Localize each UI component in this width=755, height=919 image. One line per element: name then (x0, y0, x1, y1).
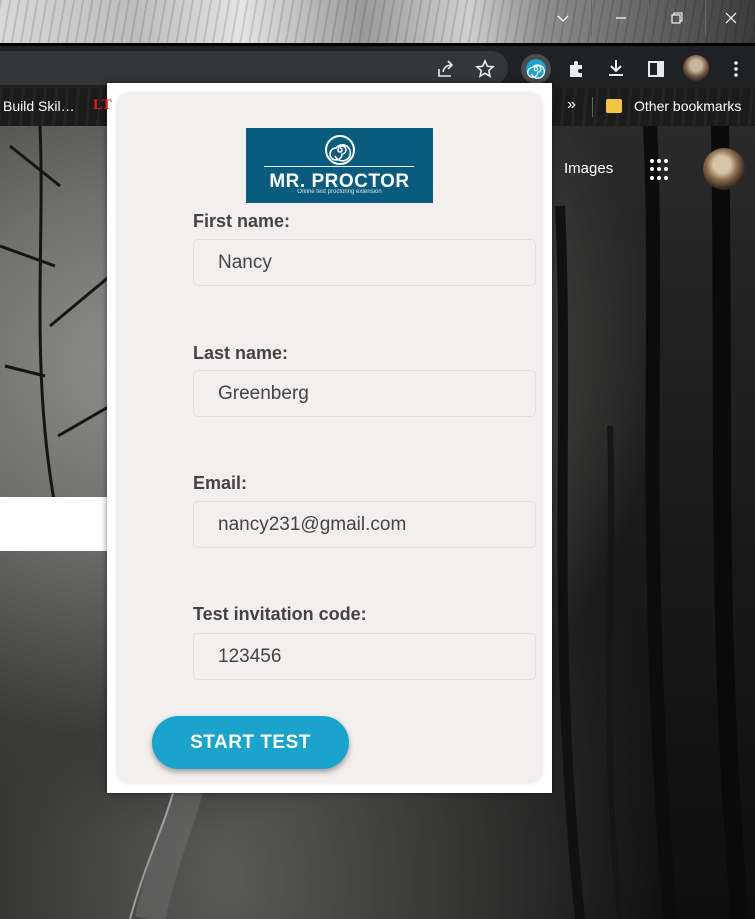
restore-icon[interactable] (653, 0, 701, 36)
share-icon[interactable] (435, 58, 457, 80)
chevron-down-icon[interactable] (539, 0, 587, 36)
registration-card: MR. PROCTOR Online test proctoring exten… (117, 93, 542, 783)
extension-popup: MR. PROCTOR Online test proctoring exten… (107, 83, 552, 793)
search-box-fragment[interactable] (0, 497, 110, 551)
window-titlebar (0, 0, 755, 43)
logo-rule (264, 166, 414, 167)
bookmarks-divider (592, 97, 593, 117)
first-name-field[interactable] (193, 239, 536, 286)
first-name-label: First name: (193, 211, 291, 231)
last-name-label: Last name: (193, 343, 289, 363)
email-label: Email: (193, 473, 248, 493)
bookmark-lt-icon[interactable]: LT (93, 97, 112, 114)
profile-avatar[interactable] (683, 55, 709, 81)
kebab-menu-icon[interactable] (726, 58, 746, 80)
puzzle-icon[interactable] (565, 58, 587, 80)
email-field[interactable] (193, 501, 536, 548)
logo-subtitle: Online test proctoring extension (297, 189, 382, 195)
google-images-link[interactable]: Images (564, 160, 613, 177)
last-name-field[interactable] (193, 370, 536, 417)
mr-proctor-logo: MR. PROCTOR Online test proctoring exten… (246, 128, 433, 203)
close-icon[interactable] (707, 0, 755, 36)
invitation-code-field[interactable] (193, 633, 536, 680)
start-test-button[interactable]: START TEST (152, 716, 349, 769)
titlebar-divider (591, 0, 592, 36)
spiral-logo-icon (325, 135, 355, 165)
google-account-avatar[interactable] (703, 148, 745, 190)
bookmark-build-skills[interactable]: Build Skil… (3, 98, 75, 114)
bookmark-other-bookmarks[interactable]: Other bookmarks (634, 98, 741, 114)
address-bar[interactable] (0, 51, 508, 85)
bookmarks-overflow-button[interactable]: » (567, 96, 576, 114)
star-icon[interactable] (474, 58, 496, 80)
side-panel-icon[interactable] (645, 58, 667, 80)
apps-grid-icon[interactable] (650, 159, 672, 181)
titlebar-divider (705, 0, 706, 36)
minimize-icon[interactable] (597, 0, 645, 36)
titlebar-divider (648, 0, 649, 36)
folder-icon (606, 99, 622, 113)
mr-proctor-extension-icon[interactable] (521, 54, 551, 84)
invitation-code-label: Test invitation code: (193, 604, 367, 624)
download-icon[interactable] (605, 57, 627, 79)
